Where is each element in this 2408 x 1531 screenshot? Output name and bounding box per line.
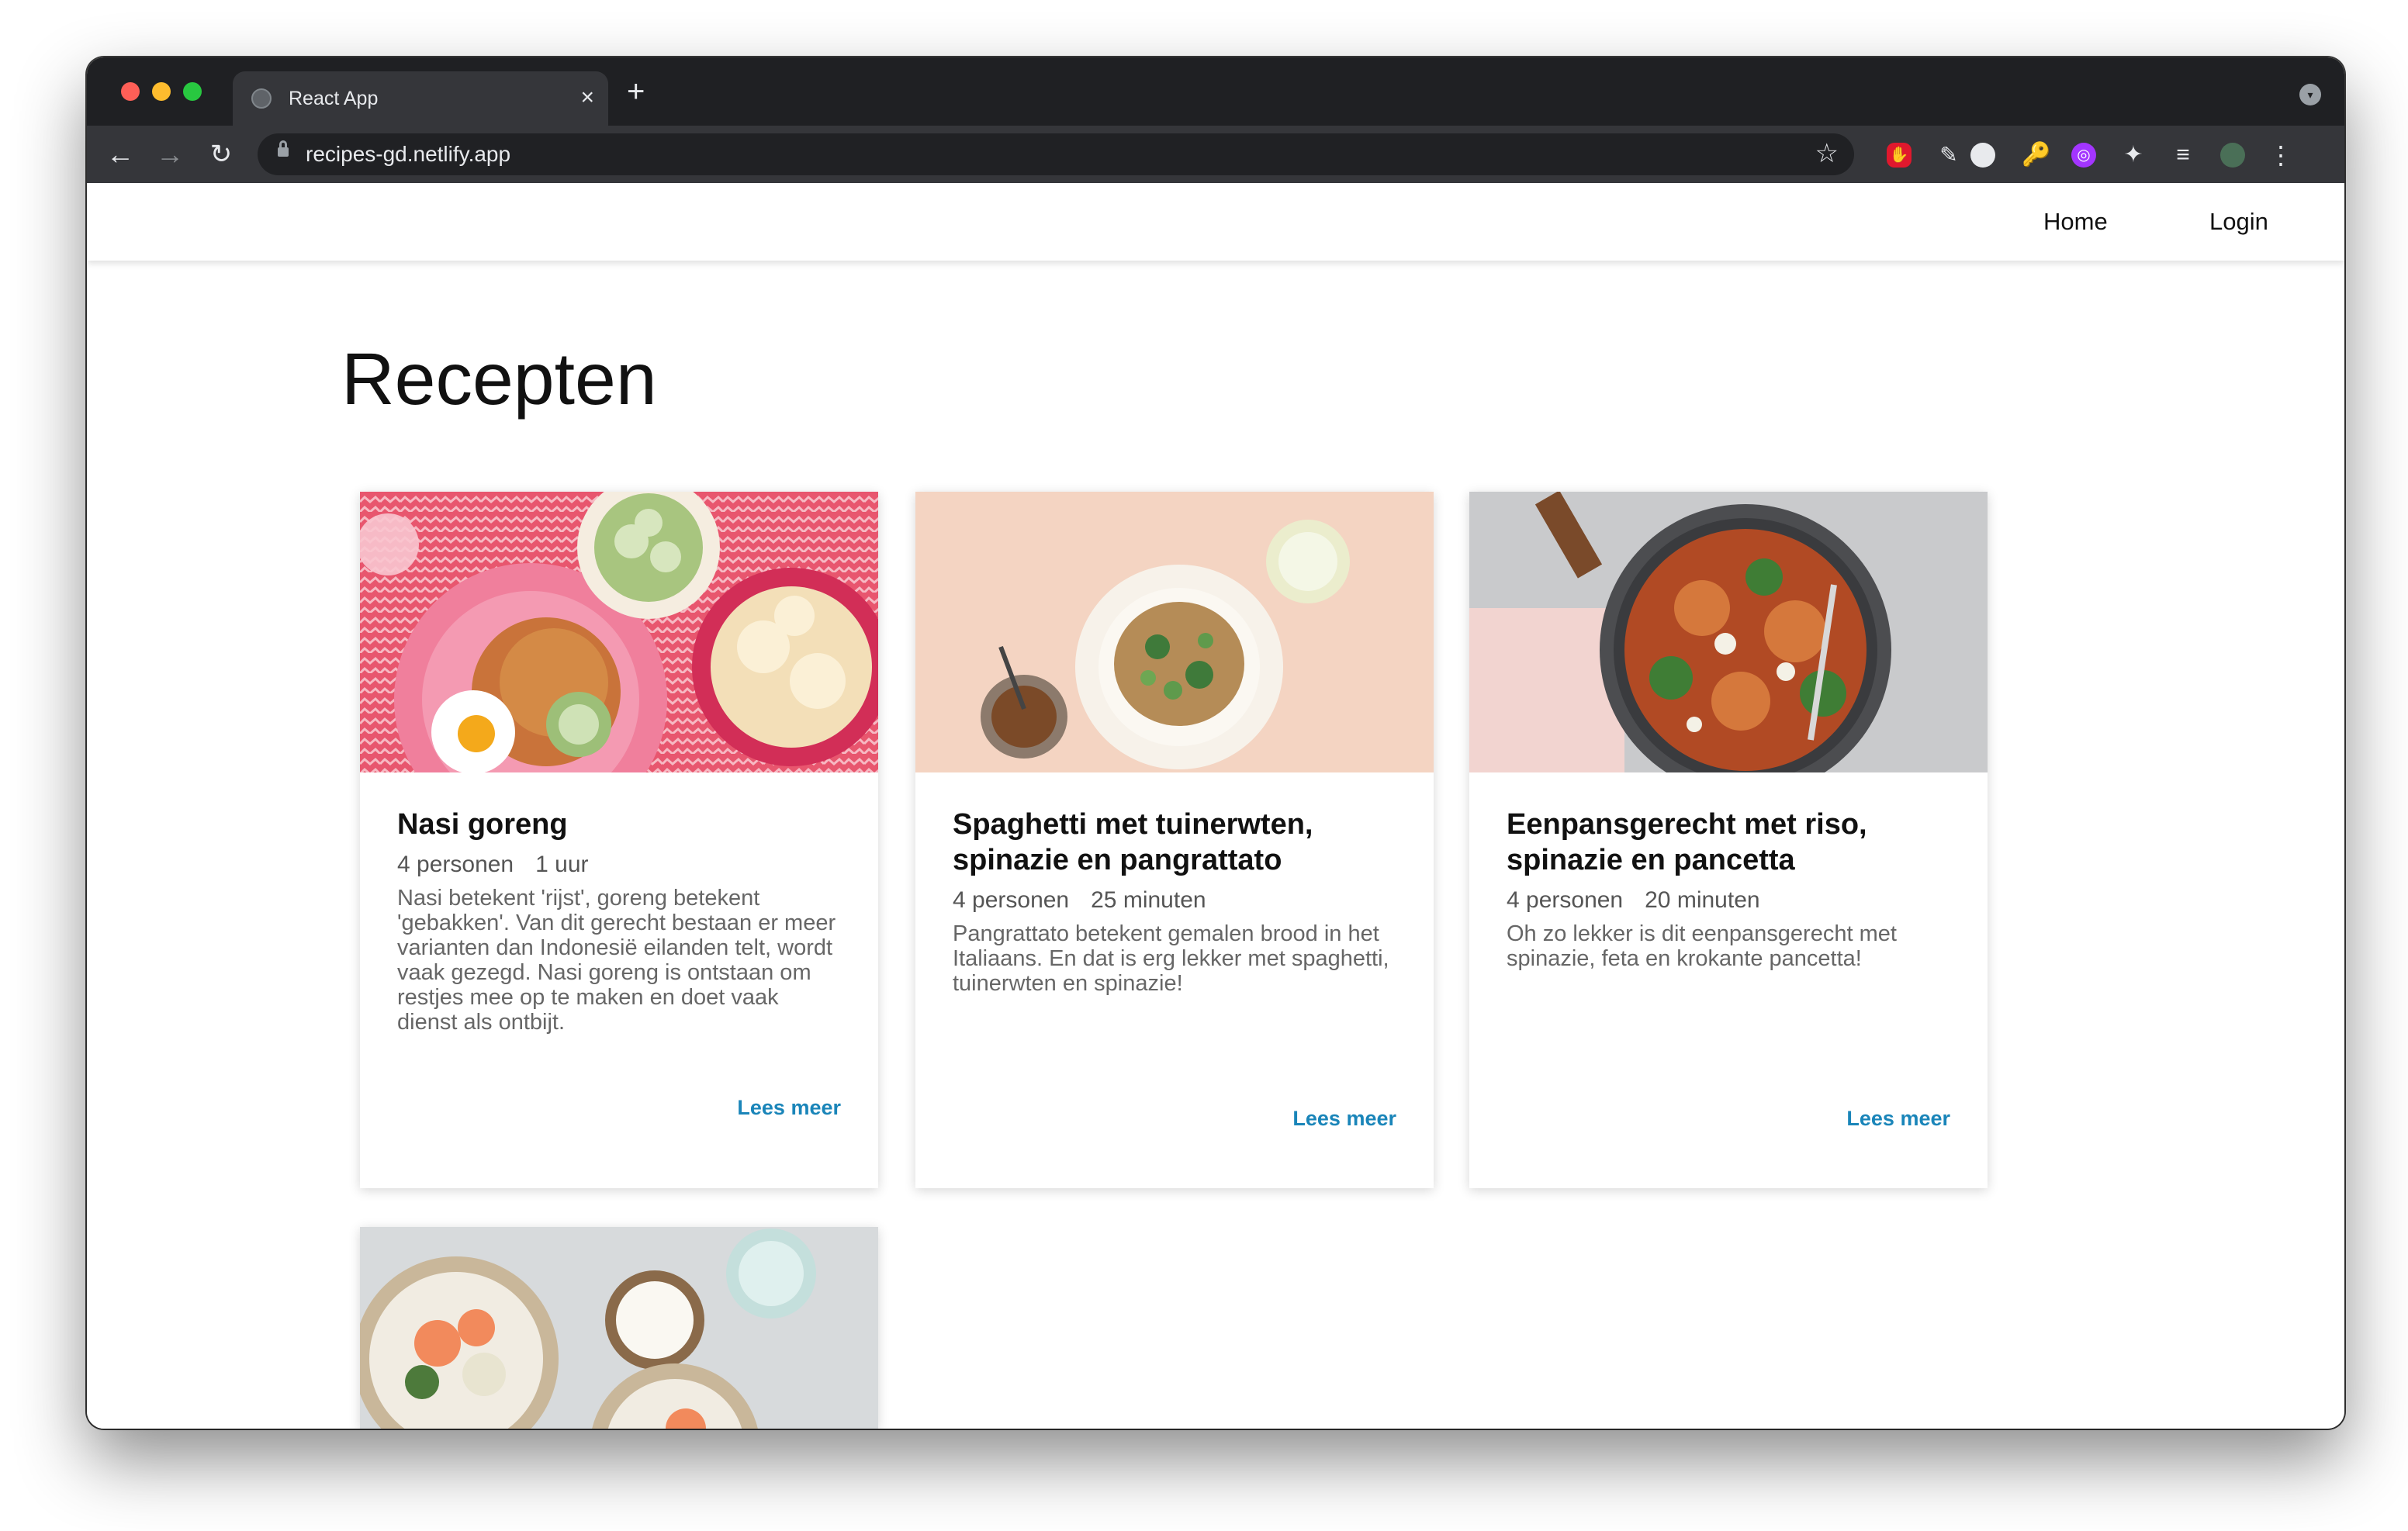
reload-icon[interactable]: ↻ <box>203 137 239 172</box>
read-more-link[interactable]: Lees meer <box>1846 1107 1950 1131</box>
recipe-time: 25 minuten <box>1091 887 1206 913</box>
address-bar[interactable]: recipes-gd.netlify.app ☆ <box>258 133 1854 175</box>
globe-icon <box>251 88 272 109</box>
recipe-time: 1 uur <box>535 852 589 877</box>
browser-toolbar: ← → ↻ recipes-gd.netlify.app ☆ ✋ ✎ 🔑 ◎ ✦… <box>87 126 2344 183</box>
more-menu-icon[interactable]: ⋮ <box>2268 143 2293 168</box>
extension-circle-icon[interactable] <box>1970 143 1995 168</box>
recipe-meta: 4 personen 25 minuten <box>953 886 1396 915</box>
close-window-button[interactable] <box>121 82 140 101</box>
recipe-description: Oh zo lekker is dit eenpansgerecht met s… <box>1507 921 1897 971</box>
forward-arrow-icon[interactable]: → <box>152 137 188 172</box>
back-arrow-icon[interactable]: ← <box>102 137 138 172</box>
lock-icon <box>278 140 289 158</box>
app-header: Home Login <box>87 183 2344 261</box>
new-tab-button[interactable]: + <box>627 74 645 109</box>
recipe-image <box>360 1227 878 1429</box>
recipe-title: Eenpansgerecht met riso, spinazie en pan… <box>1507 808 1867 876</box>
tab-title: React App <box>289 88 379 109</box>
recipe-people: 4 personen <box>1507 887 1624 913</box>
card-body: Nasi goreng 4 personen 1 uur Nasi beteken… <box>397 807 841 1057</box>
recipe-description: Nasi betekent 'rijst', goreng betekent '… <box>397 886 836 1035</box>
nav-login-link[interactable]: Login <box>2209 206 2268 237</box>
key-extension-icon[interactable]: 🔑 <box>2022 143 2050 168</box>
recipe-image <box>915 492 1434 772</box>
avatar[interactable] <box>2220 143 2245 168</box>
chevron-down-icon[interactable]: ▾ <box>2299 84 2321 105</box>
card-body: Eenpansgerecht met riso, spinazie en pan… <box>1507 807 1950 994</box>
maximize-window-button[interactable] <box>183 82 202 101</box>
puzzle-icon[interactable]: ✦ <box>2121 143 2146 168</box>
read-more-link[interactable]: Lees meer <box>737 1096 841 1120</box>
page-title: Recepten <box>341 338 657 420</box>
recipe-title: Nasi goreng <box>397 808 568 841</box>
tab-react-app[interactable]: React App × <box>233 71 608 126</box>
card-body: Spaghetti met tuinerwten, spinazie en pa… <box>953 807 1396 1018</box>
star-icon[interactable]: ☆ <box>1815 138 1839 169</box>
browser-window: React App × + ▾ ← → ↻ recipes-gd.netlify… <box>87 57 2344 1429</box>
adblock-extension-icon[interactable]: ✋ <box>1887 143 1912 168</box>
close-icon[interactable]: × <box>580 82 594 113</box>
pen-extension-icon[interactable]: ✎ <box>1936 143 1961 168</box>
url-text[interactable]: recipes-gd.netlify.app <box>306 141 510 168</box>
media-queue-icon[interactable]: ≡ <box>2171 143 2195 168</box>
recipe-people: 4 personen <box>397 852 514 877</box>
recipe-meta: 4 personen 20 minuten <box>1507 886 1950 915</box>
recipe-title: Spaghetti met tuinerwten, spinazie en pa… <box>953 808 1313 876</box>
recipe-card[interactable]: Nasi goreng 4 personen 1 uur Nasi beteken… <box>360 492 878 1188</box>
read-more-link[interactable]: Lees meer <box>1292 1107 1396 1131</box>
recipe-meta: 4 personen 1 uur <box>397 850 841 880</box>
recipe-card[interactable]: Spaghetti met tuinerwten, spinazie en pa… <box>915 492 1434 1188</box>
minimize-window-button[interactable] <box>152 82 171 101</box>
purple-extension-icon[interactable]: ◎ <box>2071 143 2096 168</box>
recipe-image <box>1469 492 1988 772</box>
nav-home-link[interactable]: Home <box>2043 206 2108 237</box>
recipe-description: Pangrattato betekent gemalen brood in he… <box>953 921 1389 996</box>
recipe-card[interactable] <box>360 1227 878 1429</box>
page-content: Home Login Recepten Nasi goreng 4 person… <box>87 183 2344 1429</box>
recipe-people: 4 personen <box>953 887 1070 913</box>
recipe-card[interactable]: Eenpansgerecht met riso, spinazie en pan… <box>1469 492 1988 1188</box>
tab-bar: React App × + ▾ <box>87 57 2344 126</box>
recipe-time: 20 minuten <box>1645 887 1760 913</box>
recipe-image <box>360 492 878 772</box>
